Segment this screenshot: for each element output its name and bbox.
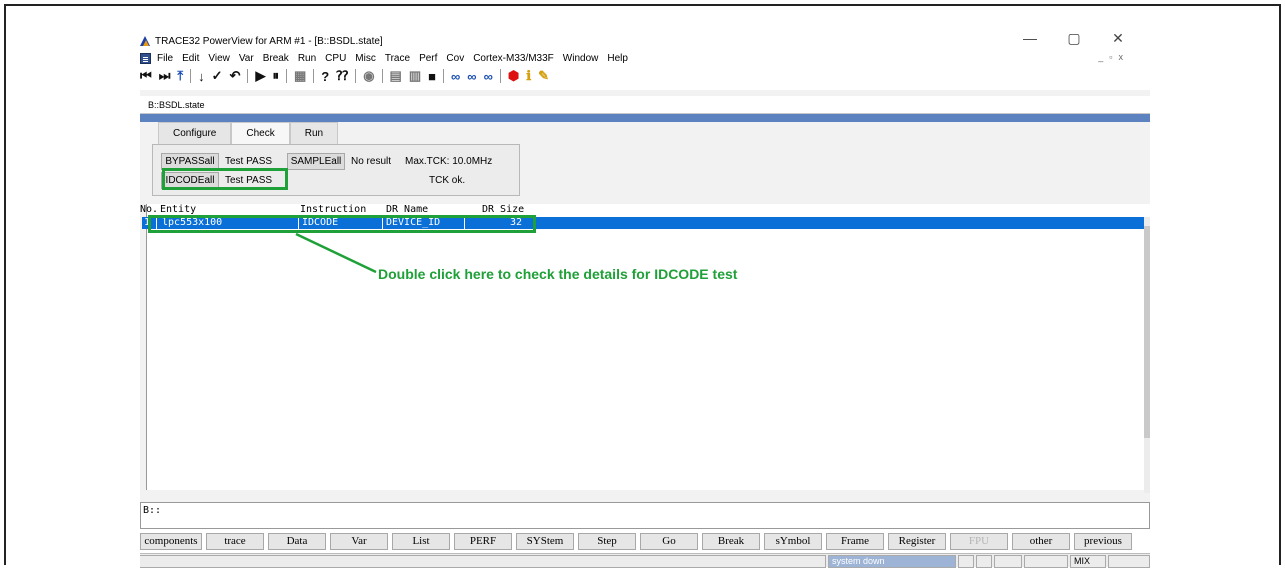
annotation-arrow (295, 232, 377, 274)
command-line[interactable]: B:: (140, 502, 1150, 529)
status-cell (1108, 555, 1150, 568)
softkey-previous[interactable]: previous (1074, 533, 1132, 550)
status-message-cell (140, 555, 826, 568)
status-cell (976, 555, 992, 568)
status-cell (1024, 555, 1068, 568)
arrow-line (295, 232, 377, 274)
softkey-register[interactable]: Register (888, 533, 946, 550)
softkey-perf[interactable]: PERF (454, 533, 512, 550)
softkey-fpu[interactable]: FPU (950, 533, 1008, 550)
annotation-text: Double click here to check the details f… (378, 266, 738, 282)
softkey-components[interactable]: components (140, 533, 202, 550)
status-cell (958, 555, 974, 568)
softkey-data[interactable]: Data (268, 533, 326, 550)
status-state: system down (828, 555, 956, 568)
softkey-frame[interactable]: Frame (826, 533, 884, 550)
softkey-trace[interactable]: trace (206, 533, 264, 550)
command-prompt: B:: (143, 505, 162, 516)
status-mode: MIX (1070, 555, 1106, 568)
softkey-system[interactable]: SYStem (516, 533, 574, 550)
softkey-other[interactable]: other (1012, 533, 1070, 550)
softkey-bar: components trace Data Var List PERF SYSt… (140, 533, 1150, 551)
status-bar: system down MIX (140, 553, 1150, 568)
softkey-go[interactable]: Go (640, 533, 698, 550)
softkey-step[interactable]: Step (578, 533, 636, 550)
status-cell (994, 555, 1022, 568)
softkey-list[interactable]: List (392, 533, 450, 550)
softkey-var[interactable]: Var (330, 533, 388, 550)
softkey-break[interactable]: Break (702, 533, 760, 550)
softkey-symbol[interactable]: sYmbol (764, 533, 822, 550)
